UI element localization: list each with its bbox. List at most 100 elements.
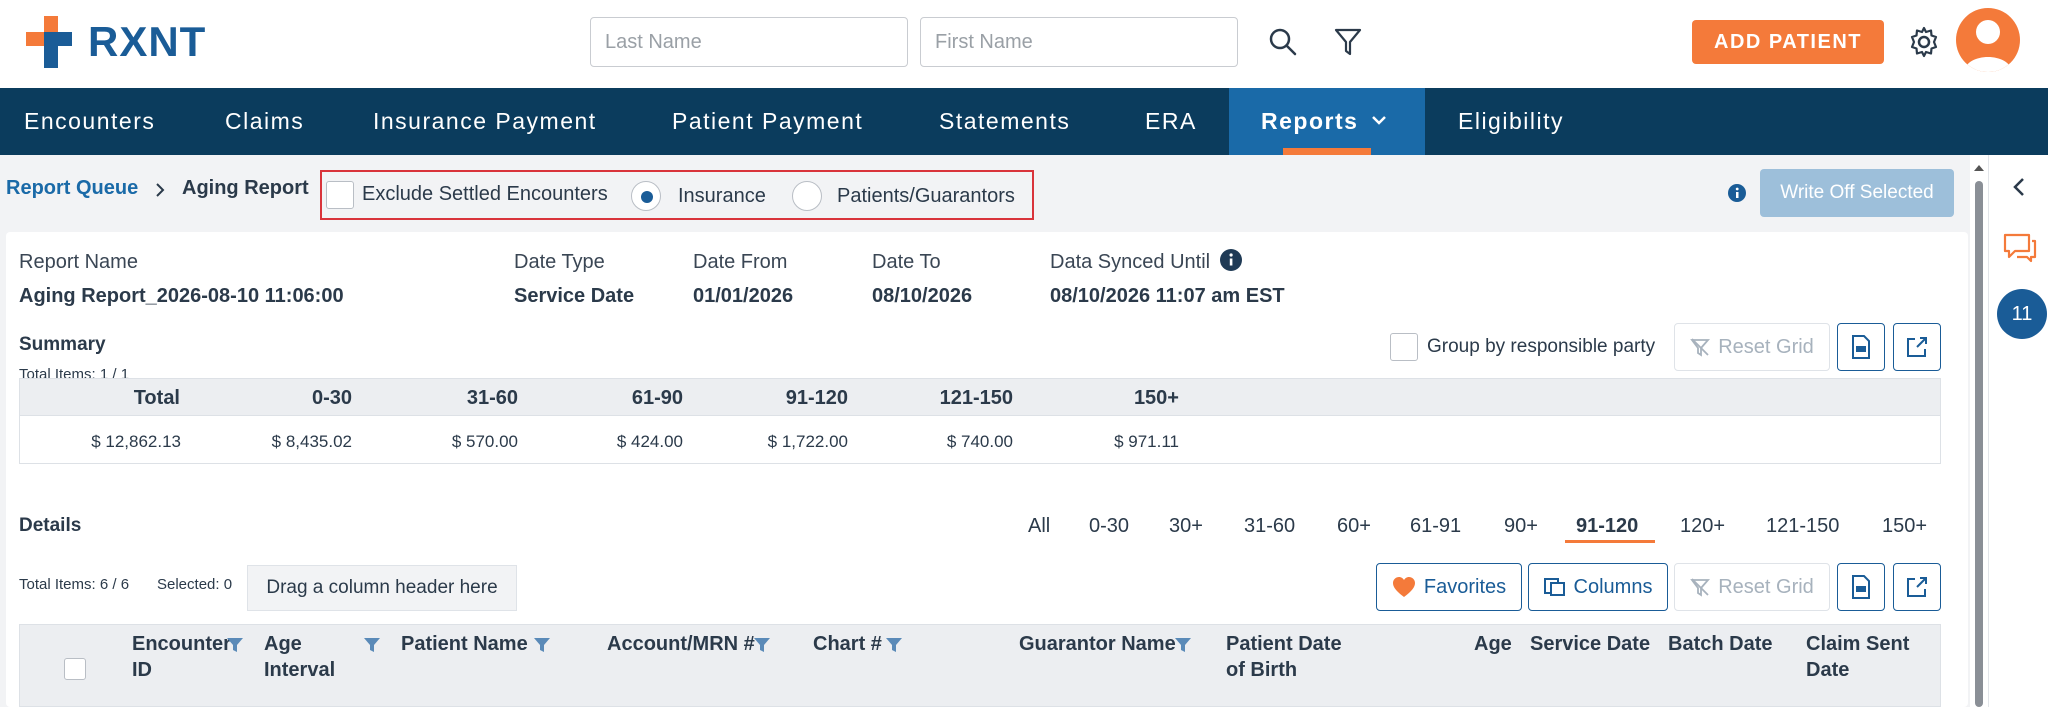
details-title: Details — [19, 515, 82, 536]
nav-patient-payment[interactable]: Patient Payment — [672, 88, 863, 155]
tab-30-plus[interactable]: 30+ — [1169, 515, 1203, 538]
tab-all[interactable]: All — [1028, 515, 1050, 538]
logo-cross-icon — [26, 16, 72, 68]
tab-121-150[interactable]: 121-150 — [1766, 515, 1839, 538]
insurance-radio[interactable] — [631, 181, 661, 211]
app-header: RXNT ADD PATIENT — [0, 0, 2048, 88]
main-nav: Encounters Claims Insurance Payment Pati… — [0, 88, 2048, 155]
date-from-label: Date From — [693, 251, 788, 273]
heart-icon — [1392, 577, 1415, 597]
details-export-button[interactable] — [1893, 563, 1941, 611]
summary-val-31-60: $ 570.00 — [451, 432, 518, 451]
date-to-label: Date To — [872, 251, 941, 273]
notification-badge[interactable]: 11 — [1997, 289, 2047, 339]
tab-90-plus[interactable]: 90+ — [1504, 515, 1538, 538]
column-filter-icon[interactable] — [363, 637, 381, 653]
date-to-value: 08/10/2026 — [872, 285, 973, 307]
column-filter-icon[interactable] — [226, 637, 244, 653]
summary-export-button[interactable] — [1893, 323, 1941, 371]
write-off-selected-button[interactable]: Write Off Selected — [1760, 169, 1954, 217]
columns-button[interactable]: Columns — [1528, 563, 1668, 611]
search-icon[interactable] — [1268, 27, 1298, 57]
select-all-checkbox[interactable] — [64, 658, 86, 680]
synced-info-icon[interactable] — [1220, 249, 1242, 271]
nav-insurance-payment[interactable]: Insurance Payment — [373, 88, 597, 155]
nav-eligibility[interactable]: Eligibility — [1458, 88, 1564, 155]
column-filter-icon[interactable] — [753, 637, 771, 653]
col-guarantor-name[interactable]: Guarantor Name — [1019, 631, 1189, 657]
scroll-up-icon[interactable] — [1970, 161, 1988, 175]
col-service-date[interactable]: Service Date — [1530, 631, 1660, 657]
chevron-down-icon — [1372, 116, 1386, 125]
summary-val-91-120: $ 1,722.00 — [767, 432, 848, 451]
details-selected-count: Selected: 0 — [157, 576, 233, 593]
group-drop-zone[interactable]: Drag a column header here — [247, 565, 517, 611]
col-batch-date[interactable]: Batch Date — [1668, 631, 1788, 657]
col-age-interval[interactable]: Age Interval — [264, 631, 354, 683]
export-icon — [1907, 337, 1927, 357]
logo-text: RXNT — [88, 18, 207, 65]
col-age[interactable]: Age — [1474, 631, 1534, 657]
tab-120-plus[interactable]: 120+ — [1680, 515, 1725, 538]
collapse-chevron-icon[interactable] — [2011, 177, 2027, 197]
tab-150-plus[interactable]: 150+ — [1882, 515, 1927, 538]
exclude-settled-checkbox[interactable] — [326, 181, 354, 209]
col-patient-dob[interactable]: Patient Date of Birth — [1226, 631, 1366, 683]
details-grid-header: Encounter ID Age Interval Patient Name A… — [19, 624, 1941, 707]
chevron-right-icon — [156, 183, 165, 197]
tab-61-91[interactable]: 61-91 — [1410, 515, 1461, 538]
add-patient-button[interactable]: ADD PATIENT — [1692, 20, 1884, 64]
scrollbar-thumb[interactable] — [1975, 181, 1983, 707]
col-batch-date-label: Batch Date — [1668, 633, 1773, 655]
tab-91-120[interactable]: 91-120 — [1576, 515, 1638, 538]
summary-val-0-30: $ 8,435.02 — [271, 432, 352, 451]
column-filter-icon[interactable] — [885, 637, 903, 653]
user-avatar-icon[interactable] — [1956, 8, 2020, 72]
vertical-scrollbar[interactable] — [1970, 155, 1988, 707]
col-account-mrn[interactable]: Account/MRN # — [607, 631, 757, 657]
last-name-input[interactable] — [590, 17, 908, 67]
col-account-mrn-label: Account/MRN # — [607, 633, 755, 655]
nav-reports-label: Reports — [1261, 108, 1359, 134]
col-patient-dob-label: Patient Date of Birth — [1226, 633, 1342, 681]
patients-guarantors-radio[interactable] — [792, 181, 822, 211]
column-filter-icon[interactable] — [1174, 637, 1192, 653]
date-from-value: 01/01/2026 — [693, 285, 794, 307]
summary-export-pdf-button[interactable] — [1837, 323, 1885, 371]
nav-reports[interactable]: Reports — [1229, 88, 1425, 155]
col-age-label: Age — [1474, 633, 1512, 655]
summary-val-121-150: $ 740.00 — [946, 432, 1013, 451]
tab-31-60[interactable]: 31-60 — [1244, 515, 1295, 538]
col-chart-number[interactable]: Chart # — [813, 631, 893, 657]
favorites-button[interactable]: Favorites — [1376, 563, 1522, 611]
exclude-settled-label: Exclude Settled Encounters — [362, 183, 608, 205]
nav-statements[interactable]: Statements — [939, 88, 1070, 155]
details-reset-grid-button[interactable]: Reset Grid — [1674, 563, 1830, 611]
col-patient-name[interactable]: Patient Name — [401, 631, 541, 657]
nav-claims[interactable]: Claims — [225, 88, 304, 155]
col-claim-sent-date[interactable]: Claim Sent Date — [1806, 631, 1916, 683]
group-drop-zone-label: Drag a column header here — [266, 577, 498, 598]
column-filter-icon[interactable] — [533, 637, 551, 653]
content-area: Report Queue Aging Report Exclude Settle… — [0, 155, 1988, 707]
summary-reset-grid-button[interactable]: Reset Grid — [1674, 323, 1830, 371]
breadcrumb-aging-report: Aging Report — [182, 177, 309, 199]
chat-icon[interactable] — [2003, 233, 2037, 263]
summary-title: Summary — [19, 334, 106, 355]
columns-label: Columns — [1573, 575, 1653, 598]
details-export-pdf-button[interactable] — [1837, 563, 1885, 611]
breadcrumb-report-queue[interactable]: Report Queue — [6, 177, 138, 200]
info-icon[interactable] — [1728, 184, 1746, 202]
summary-reset-grid-label: Reset Grid — [1718, 335, 1814, 358]
first-name-input[interactable] — [920, 17, 1238, 67]
group-by-responsible-checkbox[interactable] — [1390, 333, 1418, 361]
nav-era[interactable]: ERA — [1145, 88, 1197, 155]
gear-icon[interactable] — [1908, 26, 1940, 58]
nav-encounters[interactable]: Encounters — [24, 88, 155, 155]
tab-60-plus[interactable]: 60+ — [1337, 515, 1371, 538]
filter-icon[interactable] — [1334, 27, 1362, 57]
tab-0-30[interactable]: 0-30 — [1089, 515, 1129, 538]
details-total-items: Total Items: 6 / 6 — [19, 576, 130, 593]
insurance-label: Insurance — [678, 185, 766, 207]
summary-col-121-150: 121-150 — [939, 387, 1013, 409]
